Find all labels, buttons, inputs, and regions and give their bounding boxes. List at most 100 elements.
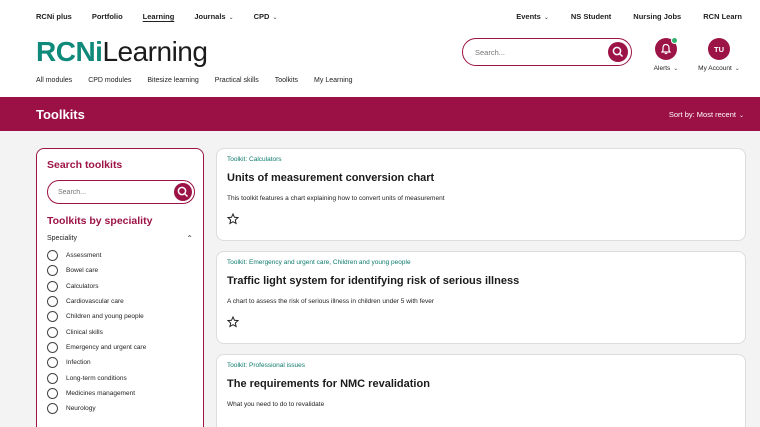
toolkit-description: This toolkit features a chart explaining… (227, 195, 445, 202)
toolkit-search (47, 180, 195, 204)
alerts-label-text: Alerts (653, 65, 671, 72)
option-label: Cardiovascular care (66, 298, 124, 306)
option-label: Neurology (66, 405, 96, 413)
toolkit-category: Toolkit: Professional issues (227, 362, 306, 369)
radio-button[interactable] (47, 311, 58, 323)
nav-my-learning[interactable]: My Learning (314, 77, 353, 84)
toolkit-card[interactable]: Toolkit: Professional issues The require… (216, 354, 746, 427)
nav-bitesize-learning[interactable]: Bitesize learning (147, 77, 198, 84)
alerts-menu[interactable]: Alerts ⌄ (650, 37, 682, 72)
site-search-input[interactable] (475, 45, 595, 59)
page-banner: Toolkits Sort by: Most recent ⌄ (0, 97, 760, 131)
toolkit-title[interactable]: Units of measurement conversion chart (227, 172, 735, 184)
speciality-option[interactable]: Neurology (47, 401, 193, 416)
link-events[interactable]: Events ⌄ (516, 12, 549, 21)
speciality-option[interactable]: Children and young people (47, 309, 193, 324)
option-label: Children and young people (66, 313, 144, 321)
toolkit-category: Toolkit: Emergency and urgent care, Chil… (227, 259, 411, 266)
chevron-down-icon: ⌄ (543, 14, 549, 21)
chevron-down-icon: ⌄ (272, 14, 278, 21)
link-ns-student[interactable]: NS Student (571, 12, 611, 21)
speciality-options: Assessment Bowel care Calculators Cardio… (47, 248, 193, 416)
chevron-down-icon: ⌄ (673, 66, 679, 72)
radio-button[interactable] (47, 372, 58, 384)
speciality-accordion[interactable]: Speciality ⌃ (47, 234, 193, 243)
radio-button[interactable] (47, 341, 58, 353)
bell-icon (655, 37, 678, 60)
option-label: Bowel care (66, 267, 99, 275)
chevron-down-icon: ⌄ (734, 66, 740, 72)
radio-button[interactable] (47, 280, 58, 292)
toolkit-card[interactable]: Toolkit: Calculators Units of measuremen… (216, 148, 746, 241)
link-portfolio[interactable]: Portfolio (92, 12, 123, 21)
radio-button[interactable] (47, 296, 58, 308)
star-icon[interactable] (227, 316, 239, 328)
star-icon[interactable] (227, 213, 239, 225)
utility-links: RCNi plus Portfolio Learning Journals ⌄ C… (36, 12, 278, 21)
nav-toolkits[interactable]: Toolkits (275, 77, 298, 84)
page-title: Toolkits (36, 106, 85, 122)
speciality-option[interactable]: Cardiovascular care (47, 294, 193, 309)
search-icon (177, 186, 189, 198)
link-nursing-jobs[interactable]: Nursing Jobs (633, 12, 681, 21)
search-icon (612, 46, 624, 58)
chevron-down-icon: ⌄ (228, 14, 234, 21)
toolkit-title[interactable]: The requirements for NMC revalidation (227, 378, 735, 390)
account-label-text: My Account (698, 65, 732, 72)
main-nav: All modules CPD modules Bitesize learnin… (36, 77, 353, 84)
radio-button[interactable] (47, 357, 58, 369)
speciality-heading: Toolkits by speciality (47, 215, 153, 227)
link-cpd[interactable]: CPD ⌄ (254, 12, 278, 21)
radio-button[interactable] (47, 250, 58, 262)
nav-practical-skills[interactable]: Practical skills (215, 77, 259, 84)
chevron-down-icon: ⌄ (738, 112, 744, 119)
speciality-option[interactable]: Calculators (47, 279, 193, 294)
link-rcni-plus[interactable]: RCNi plus (36, 12, 72, 21)
link-events-label: Events (516, 11, 541, 21)
notification-dot (671, 37, 678, 44)
radio-button[interactable] (47, 265, 58, 277)
speciality-label: Speciality (47, 235, 77, 242)
toolkit-search-input[interactable] (58, 186, 158, 198)
toolkit-card[interactable]: Toolkit: Emergency and urgent care, Chil… (216, 251, 746, 344)
speciality-option[interactable]: Medicines management (47, 386, 193, 401)
toolkit-category: Toolkit: Calculators (227, 156, 282, 163)
speciality-option[interactable]: Assessment (47, 248, 193, 263)
option-label: Assessment (66, 252, 102, 260)
radio-button[interactable] (47, 326, 58, 338)
radio-button[interactable] (47, 387, 58, 399)
utility-links-right: Events ⌄ NS Student Nursing Jobs RCN Lear… (516, 12, 742, 21)
toolkit-description: A chart to assess the risk of serious il… (227, 298, 435, 305)
option-label: Emergency and urgent care (66, 343, 147, 351)
link-journals[interactable]: Journals ⌄ (194, 12, 233, 21)
sort-dropdown[interactable]: Sort by: Most recent ⌄ (669, 110, 744, 119)
alerts-label: Alerts ⌄ (650, 65, 682, 72)
radio-button[interactable] (47, 403, 58, 415)
speciality-option[interactable]: Infection (47, 355, 193, 370)
logo-part-2: Learning (102, 36, 208, 67)
link-rcn-learn[interactable]: RCN Learn (703, 12, 742, 21)
rcni-learning-logo[interactable]: RCNiLearning (36, 36, 208, 68)
account-menu[interactable]: TU My Account ⌄ (692, 38, 746, 72)
speciality-option[interactable]: Long-term conditions (47, 370, 193, 385)
option-label: Clinical skills (66, 328, 103, 336)
logo-part-1: RCNi (36, 36, 103, 67)
toolkit-description: What you need to do to revalidate (227, 401, 325, 408)
site-search-button[interactable] (608, 42, 628, 62)
link-learning[interactable]: Learning (143, 12, 175, 21)
speciality-option[interactable]: Bowel care (47, 263, 193, 278)
filter-panel: Search toolkits Toolkits by speciality S… (36, 148, 204, 427)
option-label: Infection (66, 359, 91, 367)
nav-all-modules[interactable]: All modules (36, 77, 72, 84)
account-label: My Account ⌄ (692, 65, 746, 72)
main-content: Search toolkits Toolkits by speciality S… (0, 131, 760, 427)
link-cpd-label: CPD (253, 11, 270, 21)
toolkit-title[interactable]: Traffic light system for identifying ris… (227, 275, 735, 287)
speciality-option[interactable]: Emergency and urgent care (47, 340, 193, 355)
toolkit-search-button[interactable] (174, 183, 192, 201)
nav-cpd-modules[interactable]: CPD modules (88, 77, 131, 84)
site-header: RCNiLearning Alerts⌄ TU My Account⌄ All … (0, 32, 760, 97)
link-journals-label: Journals (194, 11, 226, 21)
speciality-option[interactable]: Clinical skills (47, 324, 193, 339)
utility-bar: RCNi plus Portfolio Learning Journals ⌄ C… (0, 0, 760, 32)
